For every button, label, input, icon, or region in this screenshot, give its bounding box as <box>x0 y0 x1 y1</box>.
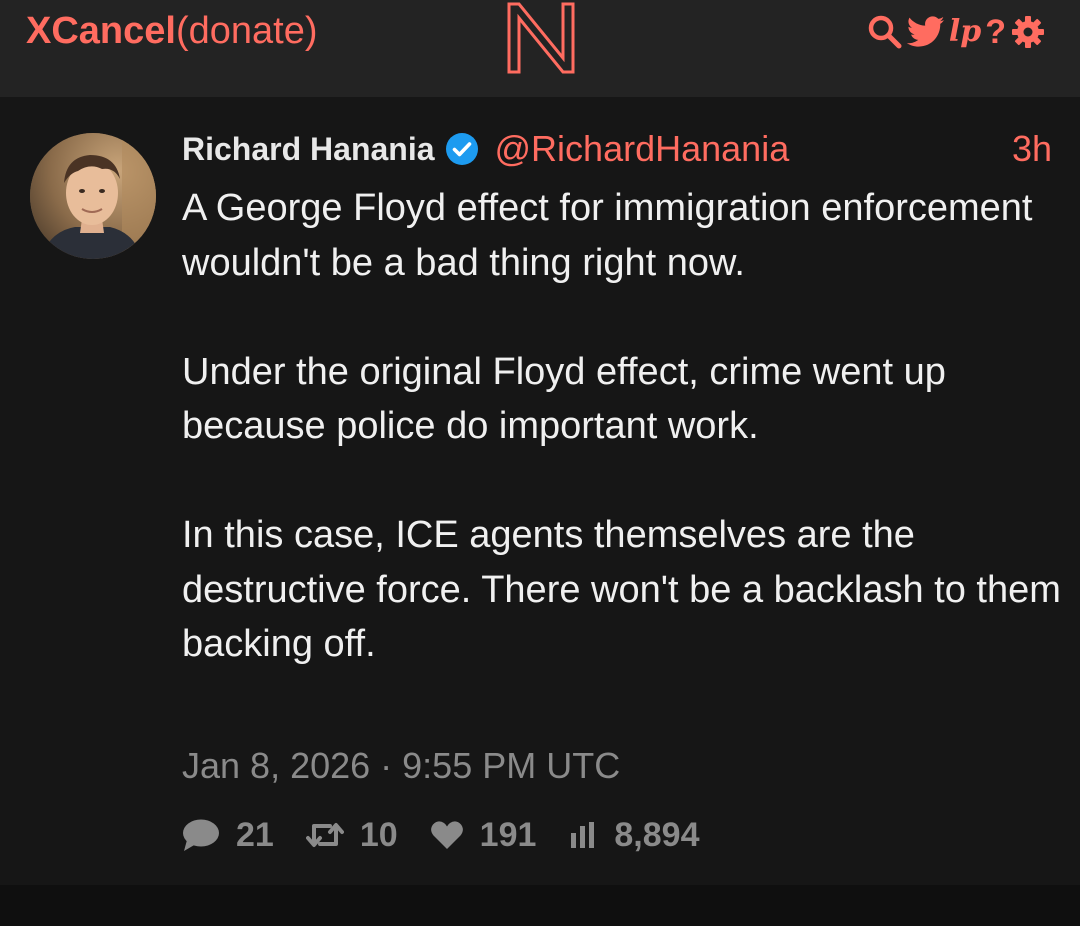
username[interactable]: @RichardHanania <box>495 128 790 170</box>
avatar[interactable] <box>30 133 156 259</box>
donate-link[interactable]: (donate) <box>176 10 318 52</box>
tweet-header: Richard Hanania @RichardHanania 3h <box>182 127 1052 171</box>
heart-icon <box>430 821 463 849</box>
replies-stat: 21 <box>182 816 274 855</box>
nitter-logo-icon <box>507 2 575 74</box>
views-chart-icon <box>571 822 595 848</box>
brand-link[interactable]: XCancel(donate) <box>26 8 318 54</box>
avatar-photo <box>30 133 156 259</box>
tweet-stats: 21 10 191 8,894 <box>182 811 731 859</box>
retweets-count: 10 <box>359 815 398 854</box>
navbar: XCancel(donate) lp ? <box>0 0 1080 97</box>
views-stat: 8,894 <box>568 816 699 855</box>
fullname[interactable]: Richard Hanania <box>182 131 435 168</box>
twitter-bird-icon[interactable] <box>906 15 945 49</box>
tweet-date[interactable]: Jan 8, 2026 · 9:55 PM UTC <box>182 743 620 789</box>
retweets-stat: 10 <box>305 815 398 855</box>
comment-icon <box>183 819 219 851</box>
likes-count: 191 <box>479 815 537 854</box>
verified-badge-icon <box>445 132 479 166</box>
page-bottom <box>0 885 1080 926</box>
replies-count: 21 <box>236 815 274 854</box>
gear-icon[interactable] <box>1010 14 1046 50</box>
likes-stat: 191 <box>430 815 537 855</box>
brand-name[interactable]: XCancel <box>26 10 176 52</box>
tweet-age[interactable]: 3h <box>1012 127 1052 171</box>
tweet: Richard Hanania @RichardHanania 3h A Geo… <box>0 97 1080 885</box>
retweet-icon <box>305 823 344 847</box>
nitter-logo[interactable] <box>505 0 577 74</box>
nav-icons: lp ? <box>867 10 1046 54</box>
tweet-content: A George Floyd effect for immigration en… <box>182 187 1061 665</box>
help-icon[interactable]: ? <box>985 12 1006 52</box>
views-count: 8,894 <box>614 815 700 854</box>
search-icon[interactable] <box>867 14 903 50</box>
lp-link[interactable]: lp <box>949 12 981 52</box>
